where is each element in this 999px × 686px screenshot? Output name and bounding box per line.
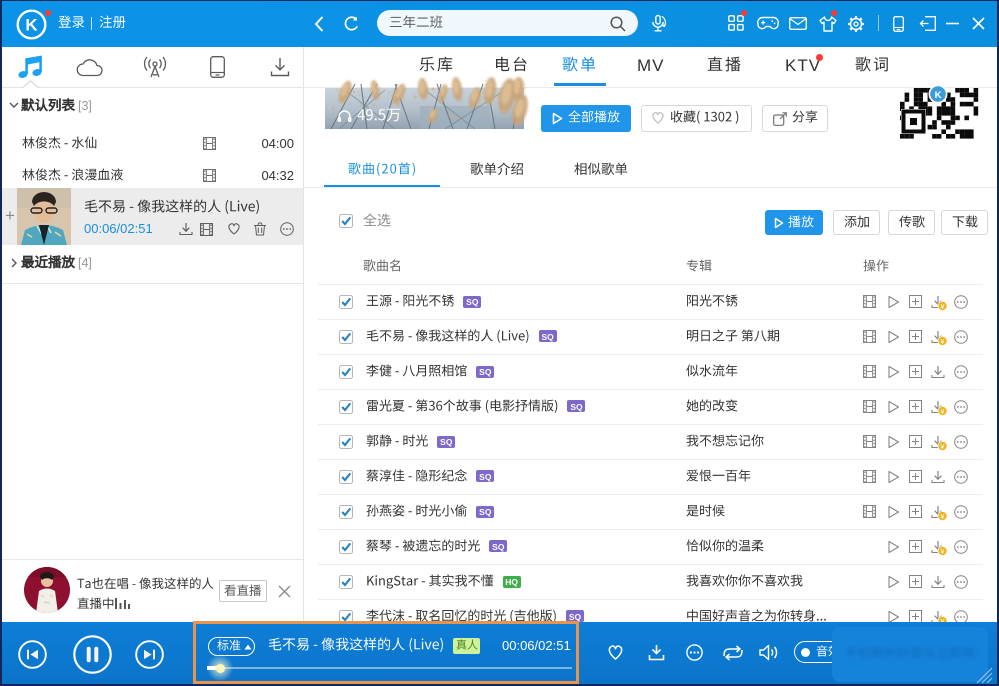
svg-text:¥: ¥: [941, 338, 945, 345]
svg-text:K: K: [935, 90, 942, 101]
svg-text:K: K: [25, 16, 38, 35]
svg-text:¥: ¥: [941, 408, 945, 415]
svg-text:¥: ¥: [941, 548, 945, 555]
svg-text:¥: ¥: [941, 303, 945, 310]
svg-text:¥: ¥: [941, 513, 945, 520]
svg-text:¥: ¥: [941, 443, 945, 450]
